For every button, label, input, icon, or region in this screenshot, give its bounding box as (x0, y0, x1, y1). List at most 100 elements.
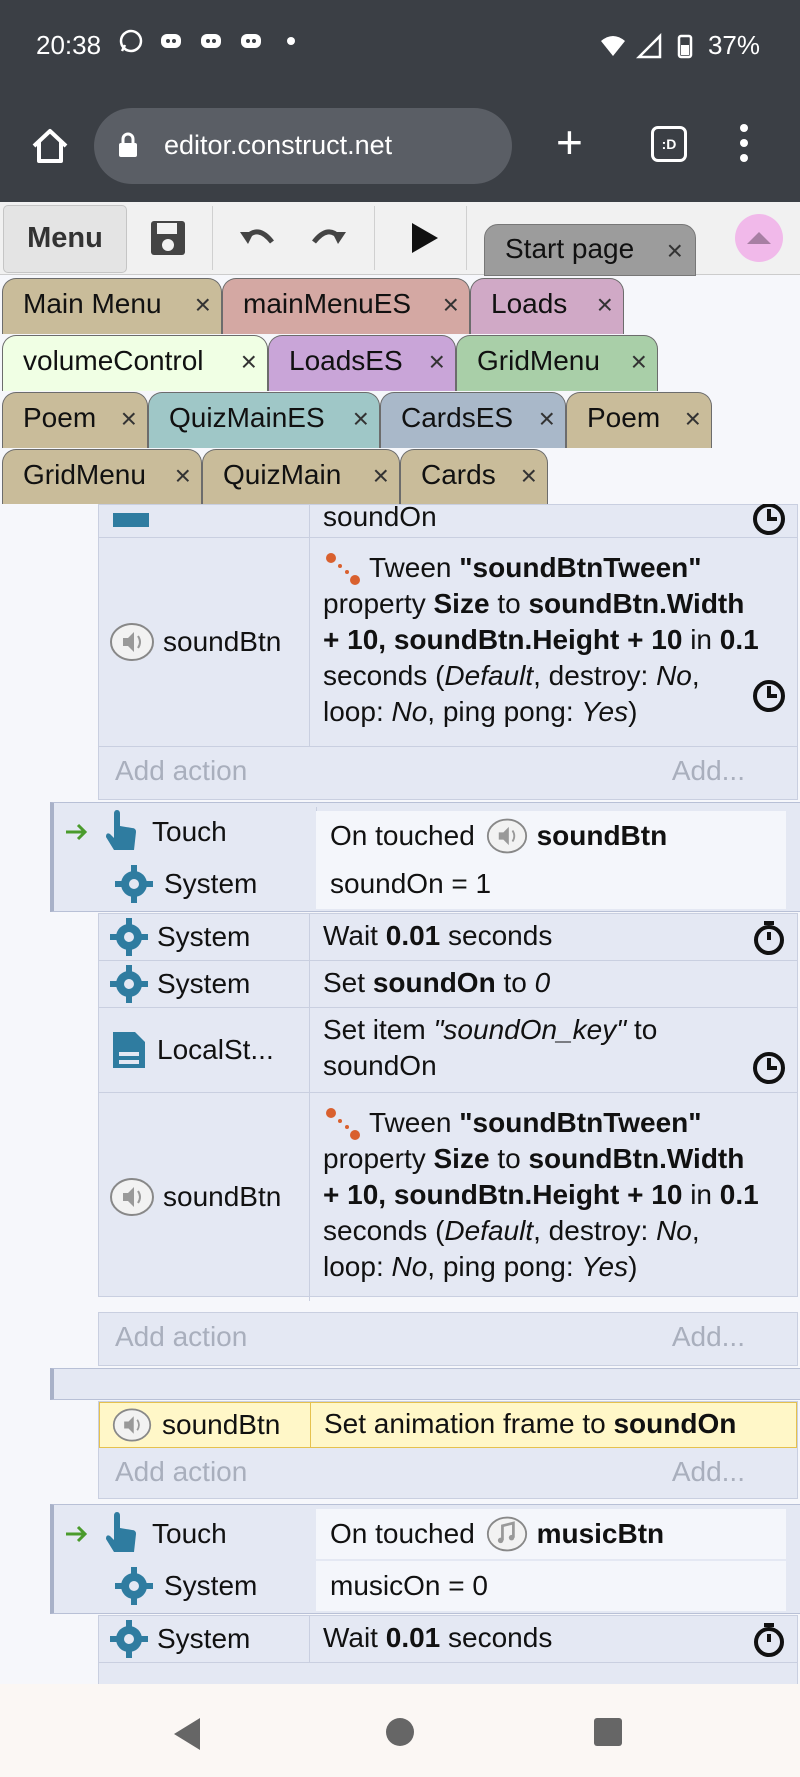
condition-object: System (54, 1561, 317, 1611)
add-more-link[interactable]: Add... (672, 1321, 745, 1353)
close-icon[interactable]: × (195, 289, 211, 321)
action-block: System Wait 0.01 seconds System Set soun… (98, 913, 798, 1301)
close-icon[interactable]: × (521, 460, 537, 492)
condition-row[interactable]: System musicOn = 0 (54, 1561, 800, 1611)
condition-row[interactable]: System soundOn = 1 (54, 859, 800, 909)
tab-loadses[interactable]: LoadsES × (268, 335, 456, 391)
close-icon[interactable]: × (539, 403, 555, 435)
menu-button[interactable]: Menu (3, 205, 127, 273)
action-row[interactable]: System Wait 0.01 seconds (99, 914, 797, 960)
condition-text: On touched musicBtn (316, 1509, 786, 1559)
action-row[interactable]: soundBtn Tween "soundBtnTween" property … (99, 1093, 797, 1301)
editor-toolbar: Menu Start page × (0, 202, 800, 276)
close-icon[interactable]: × (175, 460, 191, 492)
action-object: System (99, 1616, 310, 1662)
tab-poem[interactable]: Poem × (2, 392, 148, 448)
tween-icon (326, 553, 360, 585)
tab-quizmaines[interactable]: QuizMainES × (148, 392, 380, 448)
action-row[interactable]: LocalSt... Set item "soundOn_key" to sou… (99, 1008, 797, 1092)
redo-icon[interactable] (308, 218, 348, 258)
music-note-icon (486, 1516, 527, 1552)
close-icon[interactable]: × (631, 346, 647, 378)
action-object (99, 505, 310, 537)
browser-menu-icon[interactable] (740, 124, 748, 164)
play-icon[interactable] (404, 218, 444, 258)
gear-icon (110, 965, 148, 1003)
close-icon[interactable]: × (241, 346, 257, 378)
action-object: System (99, 961, 310, 1007)
add-action-link[interactable]: Add action (115, 1456, 247, 1488)
event-conditions-empty[interactable] (50, 1368, 800, 1400)
undo-icon[interactable] (238, 218, 278, 258)
condition-row[interactable]: Touch On touched soundBtn (54, 807, 800, 861)
action-object: soundBtn (99, 1093, 310, 1301)
gear-icon (110, 918, 148, 956)
tab-start-page[interactable]: Start page × (484, 224, 696, 276)
localstorage-icon (113, 513, 149, 527)
condition-text: soundOn = 1 (316, 859, 786, 909)
tab-label: Start page (505, 233, 635, 264)
condition-object: System (54, 859, 317, 909)
tab-volumecontrol[interactable]: volumeControl × (2, 335, 268, 391)
action-block: soundBtn Set animation frame to soundOn … (98, 1401, 798, 1499)
add-action-link[interactable]: Add action (115, 755, 247, 787)
timer-icon (754, 1623, 784, 1657)
home-button-icon[interactable] (386, 1718, 414, 1746)
action-text: Wait 0.01 seconds (323, 920, 553, 951)
action-block: System Wait 0.01 seconds (98, 1615, 798, 1684)
close-icon[interactable]: × (443, 289, 459, 321)
avatar[interactable] (735, 214, 783, 262)
action-row[interactable]: System Set soundOn to 0 (99, 961, 797, 1007)
event-arrow-icon (66, 1525, 88, 1543)
tab-cardses[interactable]: CardsES × (380, 392, 566, 448)
condition-row[interactable]: Touch On touched musicBtn (54, 1509, 800, 1559)
address-bar[interactable]: editor.construct.net (94, 108, 512, 184)
tab-loads[interactable]: Loads × (470, 278, 624, 334)
action-row[interactable]: soundBtn Tween "soundBtnTween" property … (99, 538, 797, 746)
tab-gridmenu[interactable]: GridMenu × (2, 449, 202, 505)
lock-icon (119, 132, 137, 157)
add-action-link[interactable]: Add action (115, 1321, 247, 1353)
gear-icon (115, 865, 153, 903)
tab-main-menu[interactable]: Main Menu × (2, 278, 222, 334)
home-icon[interactable] (30, 126, 70, 166)
touch-icon (106, 1512, 136, 1552)
tab-mainmenues[interactable]: mainMenuES × (222, 278, 470, 334)
battery-percent: 37% (707, 30, 760, 60)
add-more-link[interactable]: Add... (672, 755, 745, 787)
discord-icon (161, 34, 181, 48)
object-name: soundBtn (163, 626, 282, 657)
speaker-icon (486, 818, 527, 854)
close-icon[interactable]: × (597, 289, 613, 321)
close-icon[interactable]: × (373, 460, 389, 492)
tab-quizmain[interactable]: QuizMain × (202, 449, 400, 505)
event-conditions: Touch On touched musicBtn System musicOn… (50, 1504, 800, 1614)
system-icons: 37% (600, 30, 760, 61)
async-icon (753, 504, 785, 535)
back-icon[interactable] (174, 1718, 200, 1750)
new-tab-button[interactable]: + (556, 119, 583, 165)
action-block: soundOn soundBtn Tween "soundBtnTween" p… (98, 504, 798, 800)
condition-object: Touch (54, 807, 317, 857)
close-icon[interactable]: × (121, 403, 137, 435)
tab-switcher-button[interactable]: :D (651, 126, 687, 162)
action-object: soundBtn (100, 1403, 311, 1447)
event-arrow-icon (66, 823, 88, 841)
add-more-link[interactable]: Add... (672, 1456, 745, 1488)
recents-icon[interactable] (594, 1718, 622, 1746)
close-icon[interactable]: × (667, 235, 683, 267)
tab-cards[interactable]: Cards × (400, 449, 548, 505)
close-icon[interactable]: × (685, 403, 701, 435)
close-icon[interactable]: × (353, 403, 369, 435)
close-icon[interactable]: × (429, 346, 445, 378)
action-object: System (99, 914, 310, 960)
action-text: soundOn (323, 504, 437, 532)
tab-poem[interactable]: Poem × (566, 392, 712, 448)
save-icon[interactable] (148, 218, 188, 258)
url-text: editor.construct.net (164, 130, 393, 160)
status-bar: 20:38 37% (0, 0, 800, 90)
tab-gridmenu[interactable]: GridMenu × (456, 335, 658, 391)
action-row-selected[interactable]: soundBtn Set animation frame to soundOn (99, 1402, 797, 1448)
action-row[interactable]: System Wait 0.01 seconds (99, 1616, 797, 1662)
action-row[interactable]: soundOn (99, 504, 797, 537)
